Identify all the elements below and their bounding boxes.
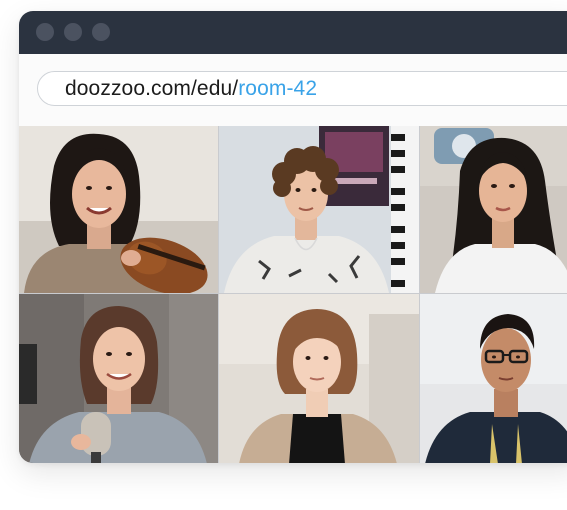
video-call-grid <box>19 126 567 463</box>
participant-video-man-glasses <box>420 294 567 463</box>
address-bar[interactable]: doozzoo.com/edu/room-42 <box>37 71 567 106</box>
browser-toolbar: doozzoo.com/edu/room-42 <box>19 54 567 126</box>
window-maximize-dot[interactable] <box>92 23 110 41</box>
participant-video-woman-violin <box>19 126 218 293</box>
browser-window: doozzoo.com/edu/room-42 <box>19 11 567 463</box>
participant-video-tile[interactable] <box>219 126 419 293</box>
window-minimize-dot[interactable] <box>64 23 82 41</box>
title-bar <box>19 11 567 54</box>
participant-video-tile[interactable] <box>19 126 218 293</box>
participant-video-tile[interactable] <box>219 294 419 463</box>
participant-video-tile[interactable] <box>420 126 567 293</box>
url-base-text: doozzoo.com/edu/ <box>65 76 239 100</box>
participant-video-girl-bob <box>219 294 419 463</box>
window-close-dot[interactable] <box>36 23 54 41</box>
participant-video-tile[interactable] <box>420 294 567 463</box>
participant-video-young-man-piano <box>219 126 419 293</box>
participant-video-tile[interactable] <box>19 294 218 463</box>
url-room-text: room-42 <box>238 76 318 100</box>
participant-video-woman-microphone <box>19 294 218 463</box>
participant-video-young-woman <box>420 126 567 293</box>
